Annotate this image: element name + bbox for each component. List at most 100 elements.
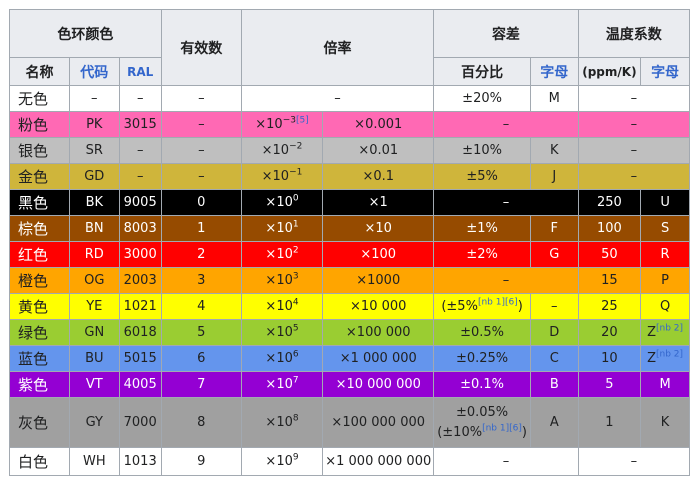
tolerance-close: ): [521, 424, 527, 440]
temp-coeff-cell: –: [577, 85, 690, 112]
color-name: 无色: [8, 85, 71, 112]
color-name: 紫色: [8, 371, 71, 398]
temp-letter-value: P: [661, 273, 669, 288]
color-code: BK: [69, 189, 120, 216]
temp-letter-value: Z: [647, 325, 656, 340]
significant-figure: 2: [160, 241, 242, 268]
table-row: 灰色 GY 7000 8 ×108 ×100 000 000 ±0.05% (±10%[nb …: [8, 397, 690, 448]
color-name: 黑色: [8, 189, 71, 216]
color-name: 银色: [8, 137, 71, 164]
multiplier-exponent: ×107: [240, 371, 324, 398]
color-code: YE: [69, 293, 120, 320]
temp-coeff-ppm: 15: [577, 267, 642, 294]
footnote-link[interactable]: [5]: [296, 116, 309, 126]
table-row: 金色 GD – – ×10−1 ×0.1 ±5% J –: [8, 163, 690, 190]
tolerance-letter: B: [529, 371, 579, 398]
color-name: 红色: [8, 241, 71, 268]
temp-coeff-ppm: 20: [577, 319, 642, 346]
ral-code: 1021: [118, 293, 162, 320]
tolerance-value: ±0.5%: [460, 325, 505, 340]
multiplier-exponent: ×10−3[5]: [240, 111, 324, 138]
ral-code: 3015: [118, 111, 162, 138]
table-row: 无色 – – – – ±20% M –: [8, 85, 690, 112]
multiplier-base: ×10: [265, 299, 293, 314]
significant-figure: 3: [160, 267, 242, 294]
table-row: 紫色 VT 4005 7 ×107 ×10 000 000 ±0.1% B 5 M: [8, 371, 690, 398]
color-code: SR: [69, 137, 120, 164]
color-code: WH: [69, 447, 120, 476]
multiplier-base: ×10: [261, 169, 290, 184]
multiplier-base: ×10: [261, 143, 290, 158]
temp-letter-value: U: [660, 195, 670, 210]
footnote-link[interactable]: [nb 1][6]: [478, 298, 518, 308]
multiplier-base: ×10: [265, 415, 293, 430]
tolerance-lines: ±0.05% (±10%[nb 1][6]): [436, 403, 528, 443]
ral-code: 8003: [118, 215, 162, 242]
temp-coeff-letter: Z[nb 2]: [640, 345, 690, 372]
footnote-link[interactable]: [nb 2]: [656, 350, 683, 360]
table-row: 蓝色 BU 5015 6 ×106 ×1 000 000 ±0.25% C 10 Z[nb 2]: [8, 345, 690, 372]
temp-coeff-ppm: 5: [577, 371, 642, 398]
multiplier-base: ×10: [265, 325, 293, 340]
multiplier-decimal: ×1: [322, 189, 435, 216]
tolerance-cell: –: [433, 267, 579, 294]
tolerance-letter: J: [529, 163, 579, 190]
multiplier-power: 6: [292, 349, 299, 360]
significant-figure: 0: [160, 189, 242, 216]
tolerance-alt: (±10%: [437, 424, 483, 440]
ral-code: 9005: [118, 189, 162, 216]
color-name: 黄色: [8, 293, 71, 320]
tolerance-percent: ±5%: [433, 163, 531, 190]
temp-coeff-letter: S: [640, 215, 690, 242]
multiplier-cell: –: [240, 85, 435, 112]
multiplier-exponent: ×104: [240, 293, 324, 320]
multiplier-decimal: ×100: [322, 241, 435, 268]
multiplier-exponent: ×100: [240, 189, 324, 216]
ral-code: 5015: [118, 345, 162, 372]
header-letter-link[interactable]: 字母: [529, 57, 579, 86]
ral-code: 2003: [118, 267, 162, 294]
footnote-link[interactable]: [nb 1][6]: [482, 423, 522, 433]
tolerance-value: ±1%: [466, 221, 498, 236]
significant-figure: 1: [160, 215, 242, 242]
resistor-color-table: 色环颜色 有效数 倍率 容差 温度系数 名称 代码 RAL 百分比 字母 (pp…: [8, 9, 690, 476]
multiplier-base: ×10: [265, 377, 293, 392]
header-color-ring: 色环颜色: [9, 9, 162, 58]
significant-figure: 9: [160, 447, 242, 476]
tolerance-percent: (±5%[nb 1][6]): [433, 293, 531, 320]
tolerance-percent: ±0.25%: [433, 345, 531, 372]
header-code-link[interactable]: 代码: [69, 57, 120, 86]
footnote-link[interactable]: [nb 2]: [656, 324, 683, 334]
temp-letter-value: R: [660, 247, 670, 262]
color-code: GY: [69, 397, 120, 448]
header-ral-link[interactable]: RAL: [118, 57, 162, 86]
tolerance-letter: –: [529, 293, 579, 320]
significant-figure: 7: [160, 371, 242, 398]
temp-coeff-ppm: 250: [577, 189, 642, 216]
header-percent: 百分比: [433, 57, 531, 86]
resistor-color-table-wrapper: 色环颜色 有效数 倍率 容差 温度系数 名称 代码 RAL 百分比 字母 (pp…: [8, 9, 690, 476]
multiplier-decimal: ×1000: [322, 267, 435, 294]
multiplier-power: 2: [292, 245, 299, 256]
tolerance-percent: ±10%: [433, 137, 531, 164]
tolerance-percent: ±0.5%: [433, 319, 531, 346]
tolerance-percent: ±0.05% (±10%[nb 1][6]): [433, 397, 531, 448]
temp-letter-value: Q: [659, 299, 671, 314]
ral-code: 7000: [118, 397, 162, 448]
color-name: 金色: [8, 163, 71, 190]
tolerance-letter: K: [529, 137, 579, 164]
color-code: PK: [69, 111, 120, 138]
header-multiplier: 倍率: [240, 9, 435, 86]
header-letter2-link[interactable]: 字母: [640, 57, 690, 86]
table-row: 白色 WH 1013 9 ×109 ×1 000 000 000– –: [8, 447, 690, 476]
temp-coeff-ppm: 10: [577, 345, 642, 372]
table-row: 银色 SR – – ×10−2 ×0.01 ±10% K –: [8, 137, 690, 164]
significant-figure: 6: [160, 345, 242, 372]
table-row: 绿色 GN 6018 5 ×105 ×100 000 ±0.5% D 20 Z[nb 2]: [8, 319, 690, 346]
header-ppm: (ppm/K): [577, 57, 642, 86]
color-code: OG: [69, 267, 120, 294]
multiplier-exponent: ×103: [240, 267, 324, 294]
tolerance-value: ±0.1%: [460, 377, 505, 392]
tolerance-value: ±10%: [462, 143, 502, 158]
ral-code: –: [118, 137, 162, 164]
